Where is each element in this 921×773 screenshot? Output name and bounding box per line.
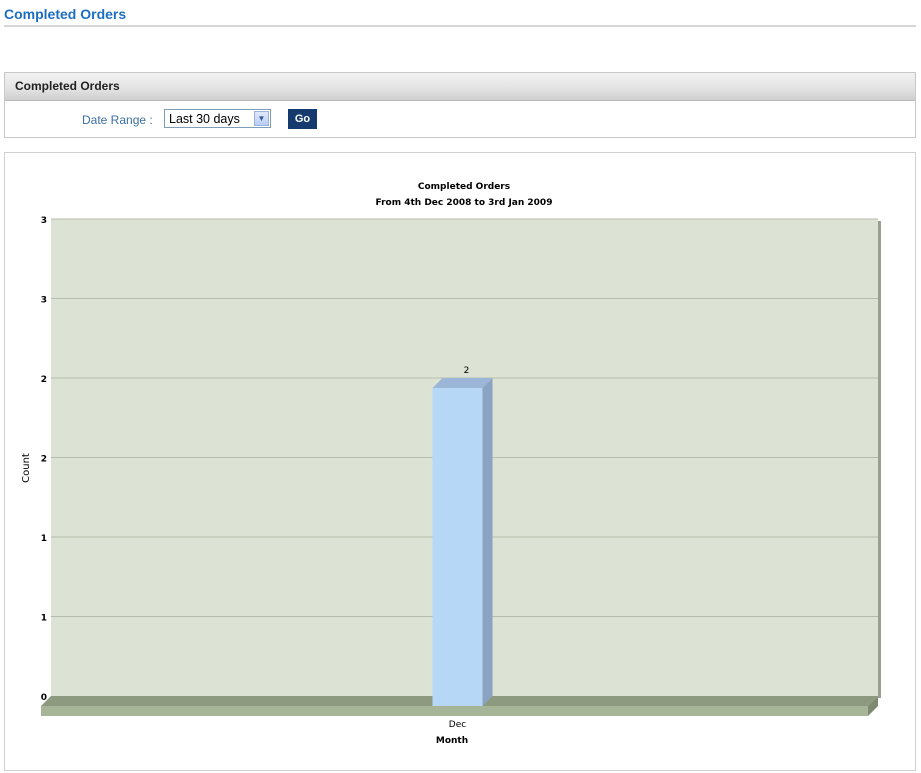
bar (432, 388, 483, 706)
y-tick-label: 1 (41, 614, 47, 624)
y-tick-label: 1 (41, 534, 47, 544)
date-range-select[interactable]: Last 30 days ▼ (164, 109, 271, 128)
bar-top (432, 378, 493, 388)
chart-title: Completed Orders (418, 182, 510, 192)
x-tick-label: Dec (449, 720, 466, 730)
chart-floor-front (41, 706, 868, 716)
y-tick-label: 3 (41, 296, 47, 306)
bar-side (482, 378, 493, 706)
chart-panel: 0 1 1 2 2 3 3 2 Dec Completed Orders From 4th Dec … (4, 152, 916, 771)
title-divider (4, 25, 916, 27)
panel-header: Completed Orders (5, 73, 915, 101)
completed-orders-chart: 0 1 1 2 2 3 3 2 Dec Completed Orders From 4th Dec … (21, 182, 881, 746)
go-button[interactable]: Go (288, 109, 317, 129)
date-range-label: Date Range : (82, 113, 153, 127)
x-axis-label: Month (436, 736, 468, 746)
filter-panel: Completed Orders Date Range : Last 30 da… (4, 72, 916, 138)
y-tick-label: 3 (41, 216, 47, 226)
chevron-down-icon[interactable]: ▼ (254, 111, 269, 126)
plot-wall-edge (878, 221, 881, 698)
y-tick-label: 2 (41, 455, 47, 465)
data-label: 2 (464, 366, 470, 376)
page-title: Completed Orders (4, 6, 127, 22)
y-tick-label: 0 (41, 693, 47, 703)
y-tick-label: 2 (41, 375, 47, 385)
date-range-value: Last 30 days (169, 112, 240, 126)
y-axis-label: Count (21, 453, 32, 483)
chart-subtitle: From 4th Dec 2008 to 3rd Jan 2009 (376, 198, 553, 208)
